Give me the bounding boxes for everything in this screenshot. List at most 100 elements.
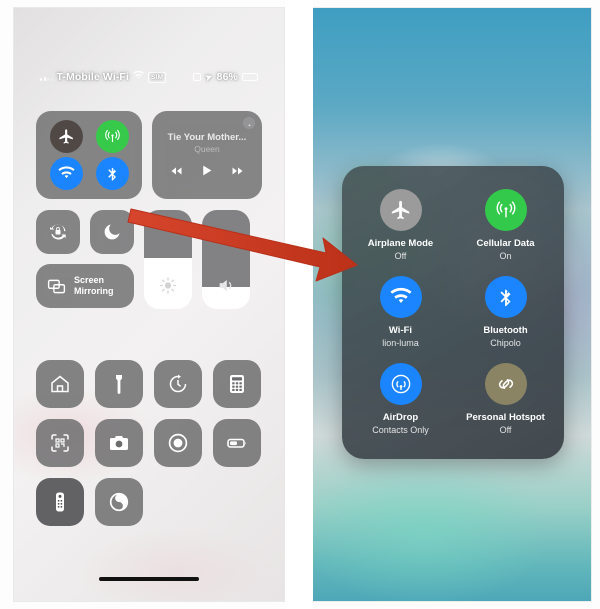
panel-divider (285, 0, 313, 609)
rewind-button[interactable] (169, 164, 184, 182)
wifi-subtitle: lion-luma (382, 338, 419, 348)
flashlight-tile[interactable] (95, 360, 143, 408)
qr-scanner-icon (51, 434, 69, 452)
control-center-left: Tie Your Mother... Queen Screen Mirrorin… (14, 111, 284, 320)
wifi-button[interactable] (379, 276, 422, 318)
panel-row-1: Airplane Mode Off Cellular Data On (348, 189, 558, 262)
cc-second-row: Screen Mirroring (36, 210, 262, 309)
apple-tv-remote-tile[interactable] (36, 478, 84, 526)
calculator-tile[interactable] (213, 360, 261, 408)
cellular-data-toggle[interactable] (95, 120, 129, 153)
status-bar: T-Mobile Wi-Fi SIM ➤ 86% (14, 70, 284, 84)
timer-icon (169, 374, 187, 393)
screen-mirroring-toggle[interactable]: Screen Mirroring (36, 264, 134, 308)
cellular-data-title: Cellular Data (476, 238, 535, 249)
status-bar-left: T-Mobile Wi-Fi SIM (40, 70, 167, 84)
airdrop-subtitle: Contacts Only (372, 425, 429, 435)
control-center-grid (14, 360, 284, 537)
bluetooth-subtitle: Chipolo (490, 338, 521, 348)
grid-row-1 (36, 360, 262, 408)
sim-badge: SIM (147, 71, 167, 83)
home-tile[interactable] (36, 360, 84, 408)
wifi-icon (389, 287, 412, 303)
airdrop-title: AirDrop (382, 412, 419, 423)
screen-recording-tile[interactable] (154, 419, 202, 467)
panel-row-3: AirDrop Contacts Only Personal Hotspot O… (348, 363, 558, 436)
bluetooth-icon (500, 287, 511, 307)
brightness-slider[interactable] (144, 210, 192, 309)
cc-toggle-column: Screen Mirroring (36, 210, 134, 309)
timer-tile[interactable] (154, 360, 202, 408)
home-icon (51, 375, 69, 393)
calculator-icon (230, 375, 244, 393)
grid-row-3 (36, 478, 262, 526)
volume-slider[interactable] (202, 210, 250, 309)
signal-strength-icon (40, 73, 53, 81)
left-phone-screenshot: T-Mobile Wi-Fi SIM ➤ 86% Tie Your Mother… (13, 7, 285, 602)
wifi-title: Wi-Fi (388, 325, 413, 336)
status-bar-right: ➤ 86% (193, 71, 258, 83)
now-playing-controls (161, 163, 253, 183)
location-arrow-icon: ➤ (203, 70, 214, 83)
connectivity-tile[interactable] (36, 111, 142, 199)
cc-top-row: Tie Your Mother... Queen (36, 111, 262, 199)
personal-hotspot-title: Personal Hotspot (466, 412, 545, 423)
wifi-cell[interactable]: Wi-Fi lion-luma (348, 276, 453, 349)
bluetooth-toggle[interactable] (95, 157, 129, 190)
battery-percent-label: 86% (216, 71, 238, 83)
bluetooth-cell[interactable]: Bluetooth Chipolo (453, 276, 558, 349)
cc-toggle-pair (36, 210, 134, 254)
bluetooth-button[interactable] (484, 276, 527, 318)
battery-icon (242, 73, 258, 81)
home-indicator (99, 577, 199, 581)
fast-forward-button[interactable] (230, 164, 245, 182)
airplane-icon (391, 200, 409, 220)
airdrop-icon (391, 374, 410, 394)
brightness-slider-fill (144, 210, 192, 258)
flashlight-icon (116, 375, 122, 394)
brightness-icon (159, 277, 177, 294)
airplane-mode-button[interactable] (379, 189, 422, 231)
code-scanner-tile[interactable] (36, 419, 84, 467)
battery-icon (227, 438, 246, 448)
connectivity-expanded-panel: Airplane Mode Off Cellular Data On Wi-Fi… (342, 166, 564, 459)
screenshot-root: T-Mobile Wi-Fi SIM ➤ 86% Tie Your Mother… (0, 0, 600, 609)
cellular-data-button[interactable] (484, 189, 527, 231)
do-not-disturb-toggle[interactable] (90, 210, 134, 254)
now-playing-artist: Queen (194, 144, 220, 154)
hotspot-icon (498, 379, 513, 389)
carrier-label: T-Mobile Wi-Fi (56, 71, 129, 83)
rotation-lock-toggle[interactable] (36, 210, 80, 254)
personal-hotspot-subtitle: Off (499, 425, 512, 435)
volume-icon (219, 279, 232, 292)
screen-mirroring-label: Screen Mirroring (74, 275, 114, 296)
airplay-icon[interactable] (243, 117, 255, 129)
wifi-toggle[interactable] (49, 157, 83, 190)
airplane-mode-toggle[interactable] (49, 120, 83, 153)
play-button[interactable] (200, 163, 213, 183)
panel-row-2: Wi-Fi lion-luma Bluetooth Chipolo (348, 276, 558, 349)
airdrop-button[interactable] (379, 363, 422, 405)
airdrop-cell[interactable]: AirDrop Contacts Only (348, 363, 453, 436)
now-playing-tile[interactable]: Tie Your Mother... Queen (152, 111, 262, 199)
camera-icon (110, 436, 128, 450)
personal-hotspot-cell[interactable]: Personal Hotspot Off (453, 363, 558, 436)
cellular-data-cell[interactable]: Cellular Data On (453, 189, 558, 262)
grid-row-2 (36, 419, 262, 467)
dark-mode-tile[interactable] (95, 478, 143, 526)
airplane-mode-title: Airplane Mode (367, 238, 434, 249)
record-icon (168, 433, 188, 453)
camera-tile[interactable] (95, 419, 143, 467)
cellular-icon (496, 201, 515, 218)
remote-icon (56, 492, 64, 512)
bluetooth-title: Bluetooth (483, 325, 528, 336)
screen-record-indicator-icon (193, 73, 202, 81)
personal-hotspot-button[interactable] (484, 363, 527, 405)
dark-mode-icon (109, 492, 129, 512)
now-playing-title: Tie Your Mother... (167, 132, 247, 143)
airplane-mode-subtitle: Off (394, 251, 407, 261)
low-power-mode-tile[interactable] (213, 419, 261, 467)
right-phone-screenshot: Airplane Mode Off Cellular Data On Wi-Fi… (312, 7, 592, 602)
airplane-mode-cell[interactable]: Airplane Mode Off (348, 189, 453, 262)
cellular-data-subtitle: On (499, 251, 512, 261)
